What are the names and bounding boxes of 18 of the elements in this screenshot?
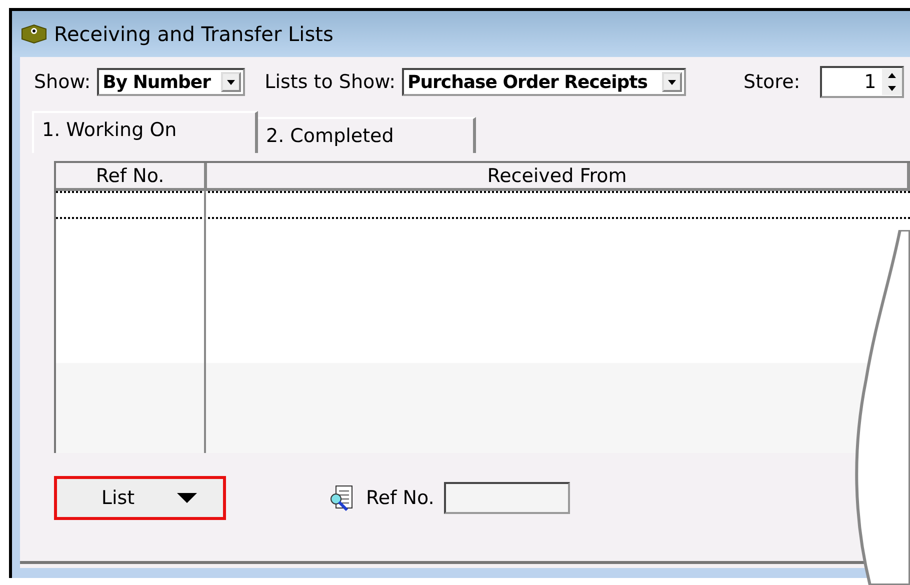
ref-no-field[interactable] bbox=[444, 482, 570, 514]
column-header[interactable]: Ref No. bbox=[56, 163, 207, 191]
show-label: Show: bbox=[34, 71, 91, 93]
list-button[interactable]: List bbox=[54, 476, 226, 520]
spinner-arrows-icon[interactable] bbox=[882, 69, 902, 95]
box-icon bbox=[20, 23, 48, 45]
store-spinner[interactable]: 1 bbox=[820, 66, 904, 98]
show-dropdown[interactable]: By Number bbox=[96, 68, 245, 96]
store-label: Store: bbox=[744, 71, 800, 93]
window-title: Receiving and Transfer Lists bbox=[54, 22, 334, 46]
column-header[interactable]: Received From bbox=[207, 163, 910, 191]
tab[interactable]: 1. Working On bbox=[32, 111, 258, 153]
caret-icon bbox=[176, 493, 197, 503]
lists-to-show-dropdown[interactable]: Purchase Order Receipts bbox=[402, 68, 686, 96]
lists-to-show-label: Lists to Show: bbox=[264, 71, 396, 93]
tab[interactable]: 2. Completed bbox=[258, 117, 476, 153]
focused-row[interactable] bbox=[56, 191, 910, 219]
ref-no-label: Ref No. bbox=[366, 487, 434, 509]
